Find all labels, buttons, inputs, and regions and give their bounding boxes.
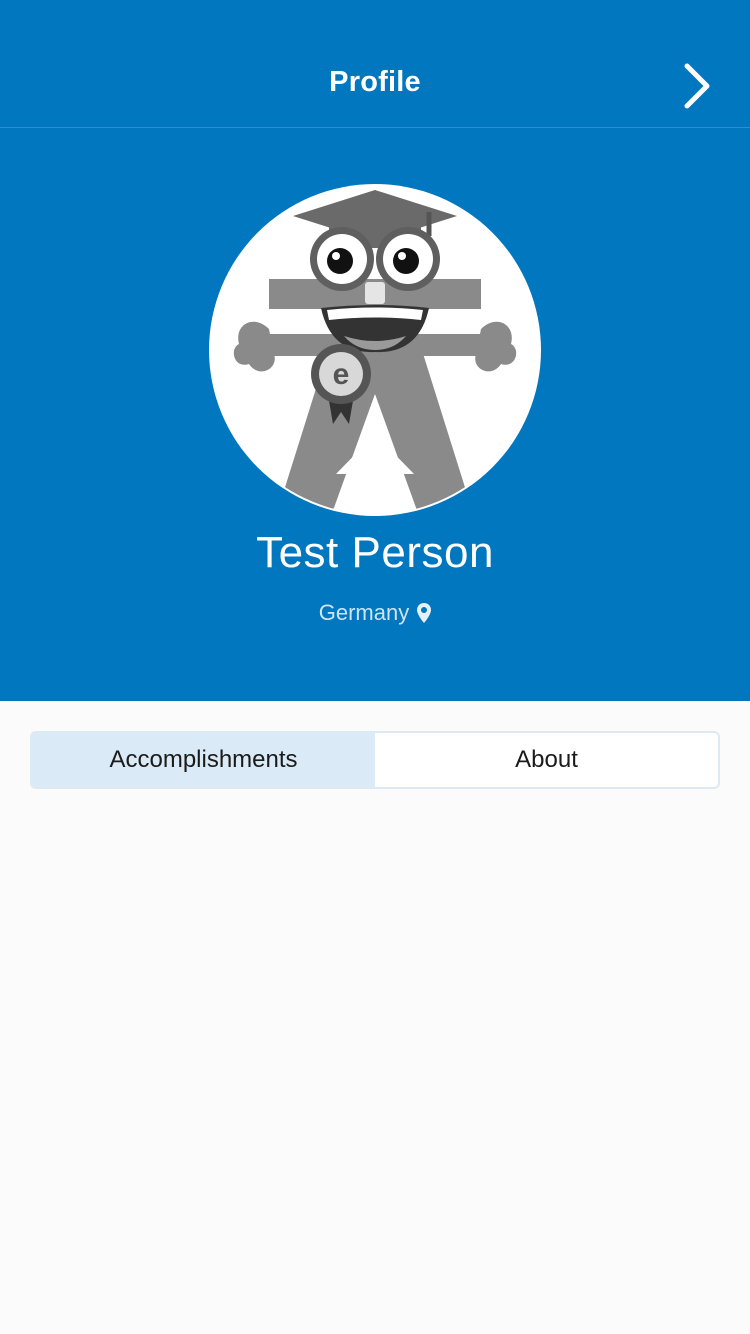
profile-location: Germany (0, 600, 750, 626)
avatar[interactable]: e (209, 184, 541, 516)
page-title: Profile (329, 66, 421, 98)
next-button[interactable] (672, 58, 720, 114)
mascot-avatar-icon: e (211, 186, 539, 514)
profile-header: e Test Person Germany (0, 128, 750, 701)
profile-tabs: Accomplishments About (30, 731, 720, 789)
chevron-right-icon (684, 63, 710, 109)
map-pin-icon (417, 603, 432, 623)
tab-accomplishments[interactable]: Accomplishments (32, 733, 375, 787)
svg-text:e: e (333, 358, 350, 391)
location-label: Germany (318, 600, 410, 625)
tab-about[interactable]: About (375, 733, 718, 787)
profile-name: Test Person (256, 528, 494, 577)
navigation-bar: Profile (0, 0, 750, 128)
